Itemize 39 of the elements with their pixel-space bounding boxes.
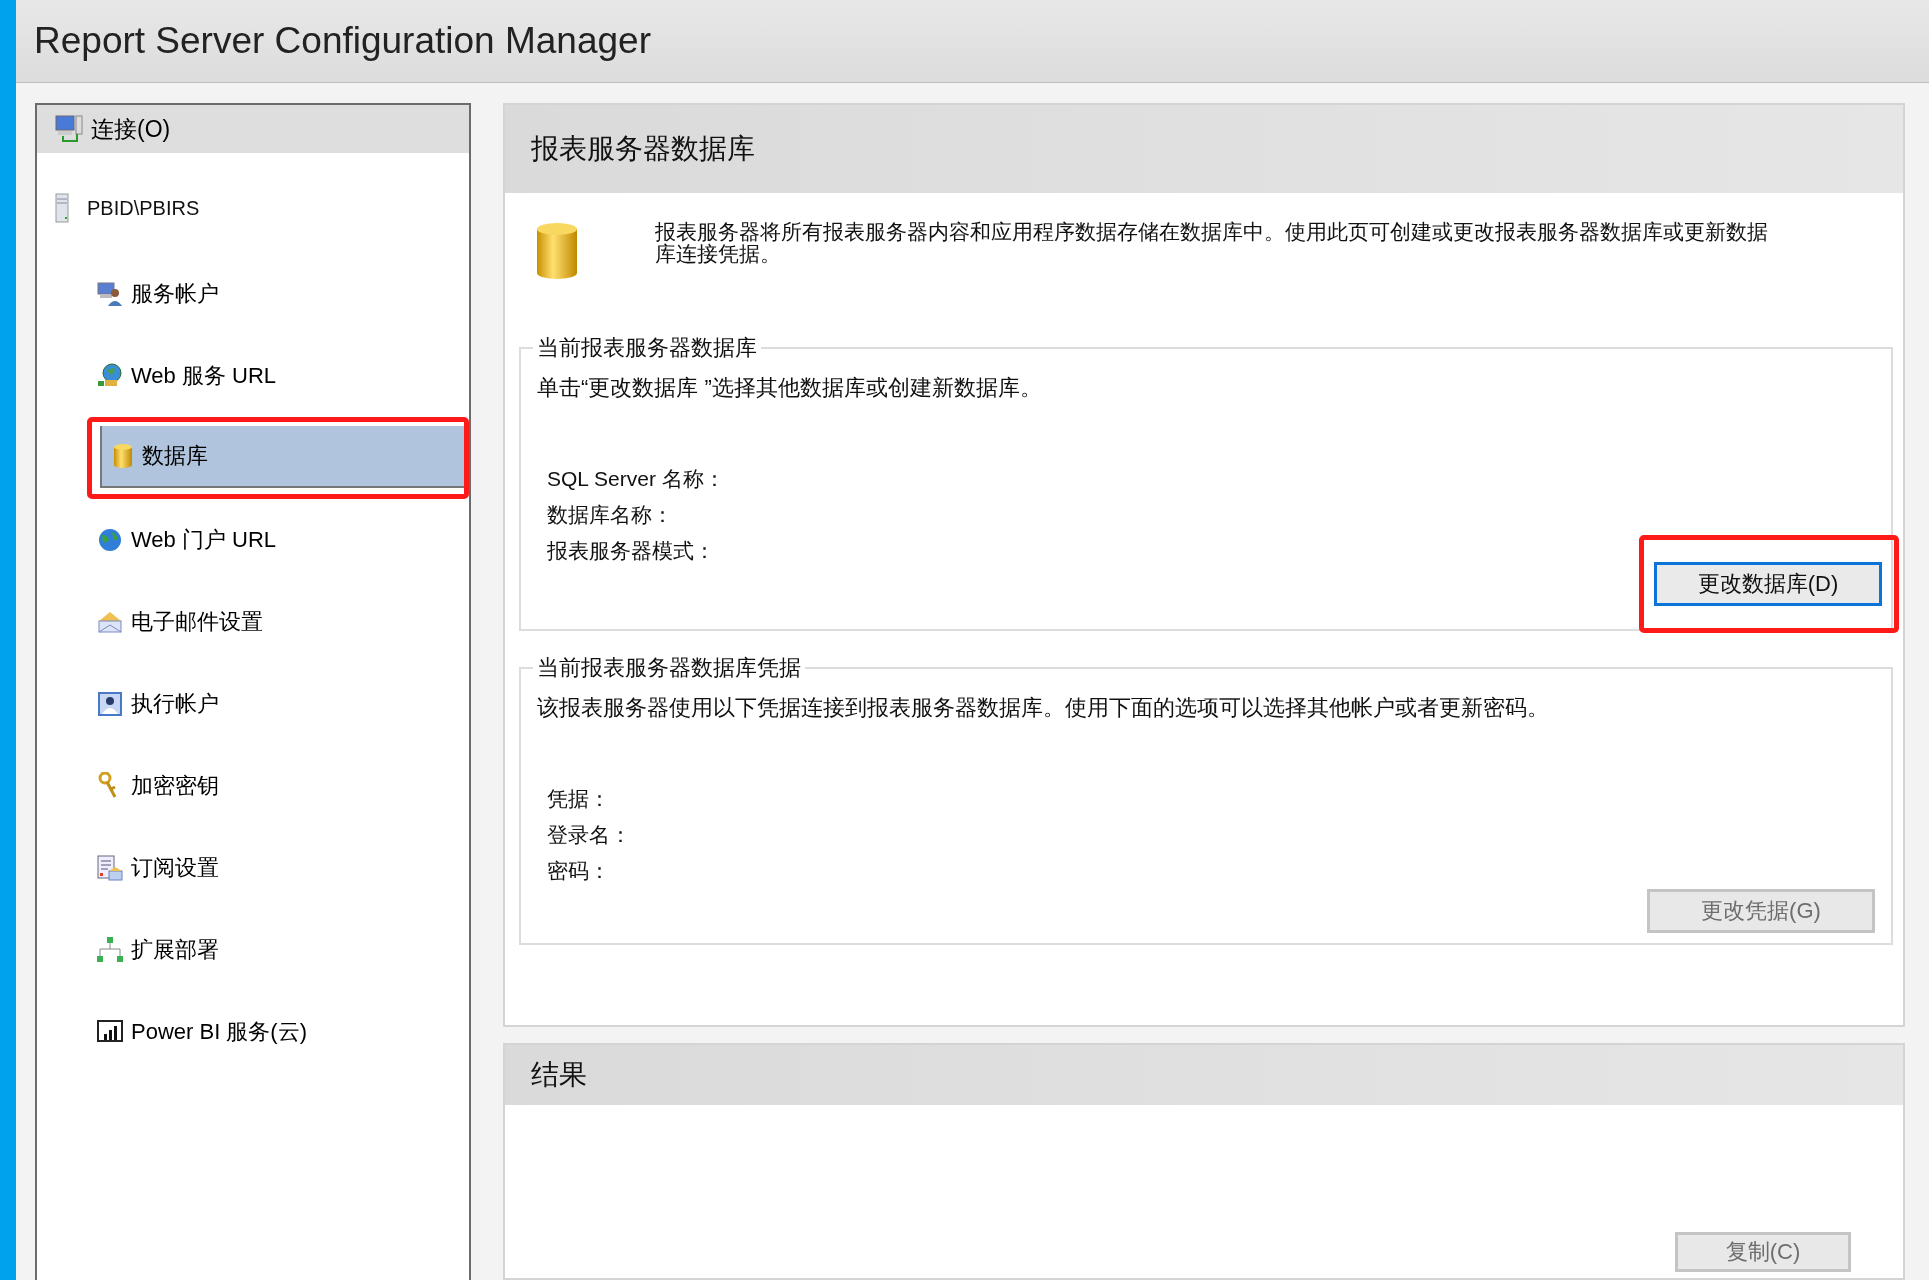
envelope-icon: [97, 609, 123, 635]
document-mail-icon: [97, 855, 123, 881]
field-label: 报表服务器模式：: [547, 538, 716, 564]
database-icon: [112, 443, 134, 469]
database-icon: [535, 221, 579, 281]
field-label: 数据库名称：: [547, 502, 674, 528]
nav-item[interactable]: 电子邮件设置: [65, 591, 469, 653]
server-icon: [55, 193, 69, 223]
network-icon: [97, 936, 123, 964]
computer-user-icon: [97, 281, 123, 307]
nav-item[interactable]: Web 服务 URL: [65, 345, 469, 407]
nav-item[interactable]: 执行帐户: [65, 673, 469, 735]
group-title: 当前报表服务器数据库: [536, 334, 758, 362]
nav-item[interactable]: Web 门户 URL: [65, 509, 469, 571]
main.groups.0.button-button[interactable]: 更改数据库(D): [1654, 562, 1882, 606]
group-title: 当前报表服务器数据库凭据: [536, 654, 802, 682]
nav-item[interactable]: 扩展部署: [65, 919, 469, 981]
globe-server-icon: [97, 363, 123, 389]
bar-chart-icon: [97, 1020, 123, 1044]
nav-item[interactable]: 服务帐户: [65, 263, 469, 325]
panel-title: 报表服务器数据库: [531, 132, 755, 166]
hint-text: 单击“更改数据库 ”选择其他数据库或创建新数据库。: [537, 374, 1043, 402]
nav-item[interactable]: 订阅设置: [65, 837, 469, 899]
field-label: 凭据：: [547, 786, 611, 812]
field-label: 登录名：: [547, 822, 632, 848]
nav-item[interactable]: 数据库: [100, 426, 464, 488]
field-label: SQL Server 名称：: [547, 466, 726, 492]
nav-item[interactable]: 加密密钥: [65, 755, 469, 817]
window-title: Report Server Configuration Manager: [34, 20, 651, 62]
hint-text: 该报表服务器使用以下凭据连接到报表服务器数据库。使用下面的选项可以选择其他帐户或者更新密码。: [537, 694, 1550, 722]
panel-title: 结果: [531, 1058, 587, 1092]
computer-connect-icon: [55, 114, 85, 144]
server-name: PBID\PBIRS: [87, 196, 200, 220]
field-label: 密码：: [547, 858, 611, 884]
description-text: 报表服务器将所有报表服务器内容和应用程序数据存储在数据库中。使用此页可创建或更改报表服务器数据库或更新数据库连接凭据。: [655, 221, 1769, 268]
connect-button[interactable]: 连接(O): [37, 105, 469, 153]
globe-icon: [97, 527, 123, 553]
nav-item[interactable]: Power BI 服务(云): [65, 1001, 469, 1063]
user-card-icon: [97, 691, 123, 717]
